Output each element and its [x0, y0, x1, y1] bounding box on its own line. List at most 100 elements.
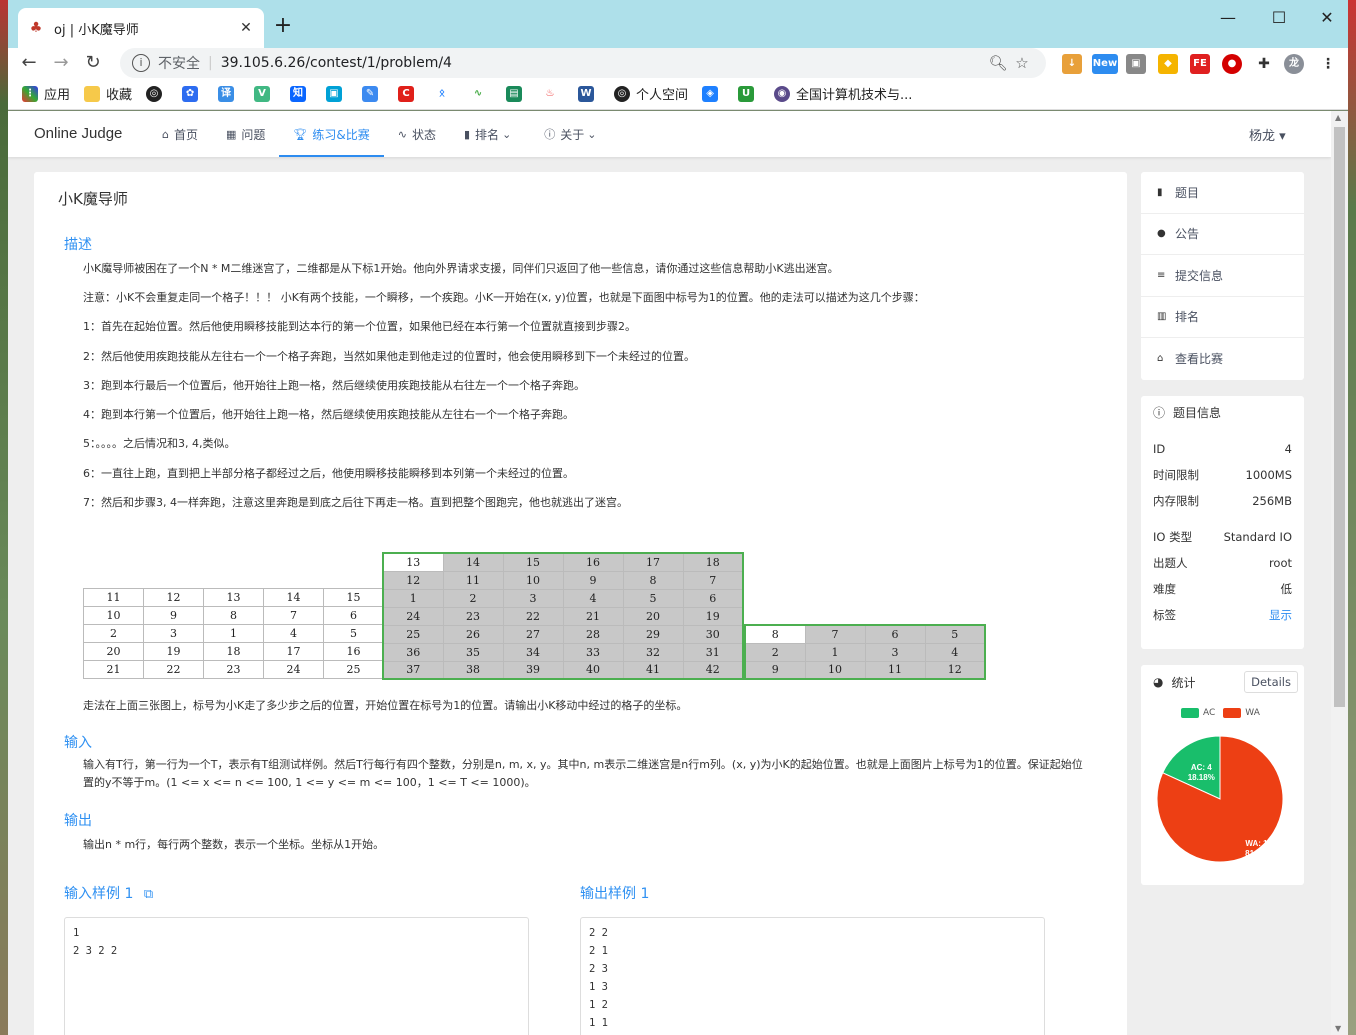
bookmark-audio-icon[interactable]: ∿ — [470, 85, 492, 102]
grid-icon: ▦ — [226, 127, 237, 141]
contest-nav-card: ▮ 题目 ● 公告 ≡ 提交信息 ▥ 排名 ⌂ 查看比赛 — [1141, 172, 1304, 380]
scroll-down-icon[interactable]: ▼ — [1335, 1024, 1341, 1033]
folder-icon — [84, 85, 101, 102]
menu-problems[interactable]: ▦ 问题 — [212, 111, 279, 157]
show-tags-link[interactable]: 显示 — [1269, 607, 1292, 623]
info-icon[interactable]: i — [132, 54, 150, 72]
menu-label: 练习&比赛 — [312, 127, 370, 142]
bookmark-bilibili-icon[interactable]: ▣ — [326, 85, 348, 102]
page-viewport: Online Judge ⌂ 首页 ▦ 问题 🏆︎ 练习&比赛 ∿ 状态 ▮ 排名 ⌄ ⓘ 关… — [8, 111, 1348, 1035]
grid-cell: 21 — [562, 606, 624, 626]
nav-view-contest[interactable]: ⌂ 查看比赛 — [1141, 338, 1304, 380]
info-key: IO 类型 — [1153, 530, 1193, 544]
page-scrollbar[interactable]: ▲ ▼ — [1331, 111, 1348, 1035]
info-row: 出题人 root — [1141, 550, 1304, 576]
extension-game-icon[interactable]: ▣ — [1126, 54, 1146, 74]
info-row: 难度 低 — [1141, 576, 1304, 602]
grid-cell: 38 — [442, 660, 504, 680]
legend-item-wa[interactable]: WA — [1223, 708, 1260, 718]
browser-tab[interactable]: ♣ oj | 小K魔导师 ✕ — [18, 8, 264, 48]
grid-cell: 35 — [442, 642, 504, 662]
grid-cell: 11 — [864, 660, 926, 680]
home-icon: ⌂ — [162, 127, 169, 141]
nav-problems[interactable]: ▮ 题目 — [1141, 172, 1304, 214]
bookmark-csdn-icon[interactable]: C — [398, 85, 420, 102]
bookmark-note-icon[interactable]: ✎ — [362, 85, 384, 102]
forward-icon[interactable]: → — [46, 48, 76, 78]
grid-explanation: 走法在上面三张图上，标号为小K走了多少步之后的位置，开始位置在标号为1的位置。请… — [83, 699, 688, 712]
bookmark-fire-icon[interactable]: ♨ — [542, 85, 564, 102]
maze-grid-1: 11 12 13 14 15 10 9 8 7 6 2 3 1 4 5 20 19 18 17 16 21 22 23 24 2… — [83, 588, 384, 679]
bookmark-favorites[interactable]: 收藏 — [84, 84, 132, 103]
sample-input-box[interactable]: 1 2 3 2 2 — [64, 917, 529, 1035]
nav-announcements[interactable]: ● 公告 — [1141, 214, 1304, 255]
maximize-icon[interactable]: ☐ — [1264, 8, 1294, 27]
grid-row: 9 10 11 12 — [744, 660, 986, 680]
menu-status[interactable]: ∿ 状态 — [384, 111, 450, 157]
legend-item-ac[interactable]: AC — [1181, 708, 1215, 718]
chevron-down-icon: ⌄ — [587, 127, 597, 141]
apps-grid-icon: ⋮ — [22, 85, 38, 102]
sample-output-title: 输出样例 1 — [580, 886, 650, 902]
bookmark-apps[interactable]: ⋮ 应用 — [22, 84, 70, 103]
browser-menu-icon[interactable]: ⋮ — [1318, 54, 1338, 74]
description-step: 3：跑到本行最后一个位置后，他开始往上跑一格，然后继续使用疾跑技能从右往左一个一… — [83, 379, 585, 392]
bookmark-computer-tech[interactable]: ◉ 全国计算机技术与... — [774, 84, 912, 103]
new-tab-button[interactable]: + — [270, 14, 296, 40]
bookmark-star-icon[interactable]: ☆ — [1010, 54, 1034, 72]
site-logo[interactable]: Online Judge — [34, 125, 122, 142]
bookmark-book-icon[interactable]: ▤ — [506, 85, 528, 102]
zoom-icon[interactable]: 🔍︎ — [986, 54, 1010, 72]
minimize-icon[interactable]: — — [1213, 8, 1243, 27]
scrollbar-thumb[interactable] — [1334, 127, 1345, 707]
bookmark-baidu-icon[interactable]: ✿ — [182, 85, 204, 102]
menu-rank[interactable]: ▮ 排名 ⌄ — [450, 111, 530, 157]
nav-submissions[interactable]: ≡ 提交信息 — [1141, 255, 1304, 297]
reload-icon[interactable]: ↻ — [78, 48, 108, 78]
grid-row: 8765 — [744, 624, 986, 644]
bookmark-globe-icon[interactable]: ◎ — [146, 85, 168, 102]
close-window-icon[interactable]: ✕ — [1312, 8, 1342, 27]
bookmark-vue-icon[interactable]: V — [254, 85, 276, 102]
bookmark-personal-space[interactable]: ◎ 个人空间 — [614, 84, 688, 103]
stats-title: 统计 — [1171, 675, 1196, 690]
back-icon[interactable]: ← — [14, 48, 44, 78]
info-row: IO 类型 Standard IO — [1141, 524, 1304, 550]
profile-avatar[interactable]: 龙 — [1284, 54, 1304, 74]
close-tab-icon[interactable]: ✕ — [238, 20, 254, 36]
list-icon: ▮ — [1157, 186, 1163, 198]
grid-cell: 17 — [263, 642, 324, 661]
menu-lines-icon: ≡ — [1157, 269, 1166, 281]
grid-row: 25 26 27 28 29 30 — [382, 624, 744, 644]
maze-grid-3: 8 7 6 5 2 1 3 4 9 10 11 12 — [744, 624, 986, 680]
menu-about[interactable]: ⓘ 关于 ⌄ — [530, 111, 615, 157]
bookmark-translate-icon[interactable]: 译 — [218, 85, 240, 102]
extension-stop-icon[interactable]: ● — [1222, 54, 1242, 74]
url-text[interactable]: 39.105.6.26/contest/1/problem/4 — [221, 55, 986, 71]
grid-cell: 10 — [83, 606, 144, 625]
extension-fe-icon[interactable]: FE — [1190, 54, 1210, 74]
extension-arrow-icon[interactable]: ↓ — [1062, 54, 1082, 74]
menu-label: 关于 — [560, 127, 585, 142]
nav-rank[interactable]: ▥ 排名 — [1141, 297, 1304, 338]
menu-contest[interactable]: 🏆︎ 练习&比赛 — [279, 111, 385, 157]
menu-home[interactable]: ⌂ 首页 — [148, 111, 212, 157]
bookmark-zhihu-icon[interactable]: 知 — [290, 85, 312, 102]
bookmark-word-icon[interactable]: W — [578, 85, 600, 102]
sample-output-box[interactable]: 2 2 2 1 2 3 1 3 1 2 1 1 — [580, 917, 1045, 1035]
bookmark-cube-icon[interactable]: ◈ — [702, 85, 724, 102]
grid-cell: 13 — [203, 588, 264, 607]
bookmark-juejin-icon[interactable]: ᛟ — [434, 85, 456, 102]
address-bar[interactable]: i 不安全 | 39.105.6.26/contest/1/problem/4 … — [120, 48, 1046, 78]
maze-grid-2: 13 14 15 16 17 18 12 11 10 9 8 7 1 2 3 4 5 6 24 23 22 21 20 19 2… — [382, 552, 744, 680]
user-dropdown[interactable]: 杨龙 ▾ — [1249, 125, 1286, 144]
copy-icon[interactable]: ⧉ — [144, 887, 153, 902]
scroll-up-icon[interactable]: ▲ — [1335, 113, 1341, 122]
extensions-puzzle-icon[interactable]: ✚ — [1254, 54, 1274, 74]
extension-color-icon[interactable]: ◆ — [1158, 54, 1178, 74]
oj-navbar: Online Judge ⌂ 首页 ▦ 问题 🏆︎ 练习&比赛 ∿ 状态 ▮ 排名 ⌄ ⓘ 关… — [8, 111, 1331, 157]
details-button[interactable]: Details — [1244, 671, 1298, 693]
extension-new-icon[interactable]: New — [1092, 54, 1118, 74]
bookmark-u-icon[interactable]: U — [738, 85, 760, 102]
grid-cell: 29 — [622, 624, 684, 644]
